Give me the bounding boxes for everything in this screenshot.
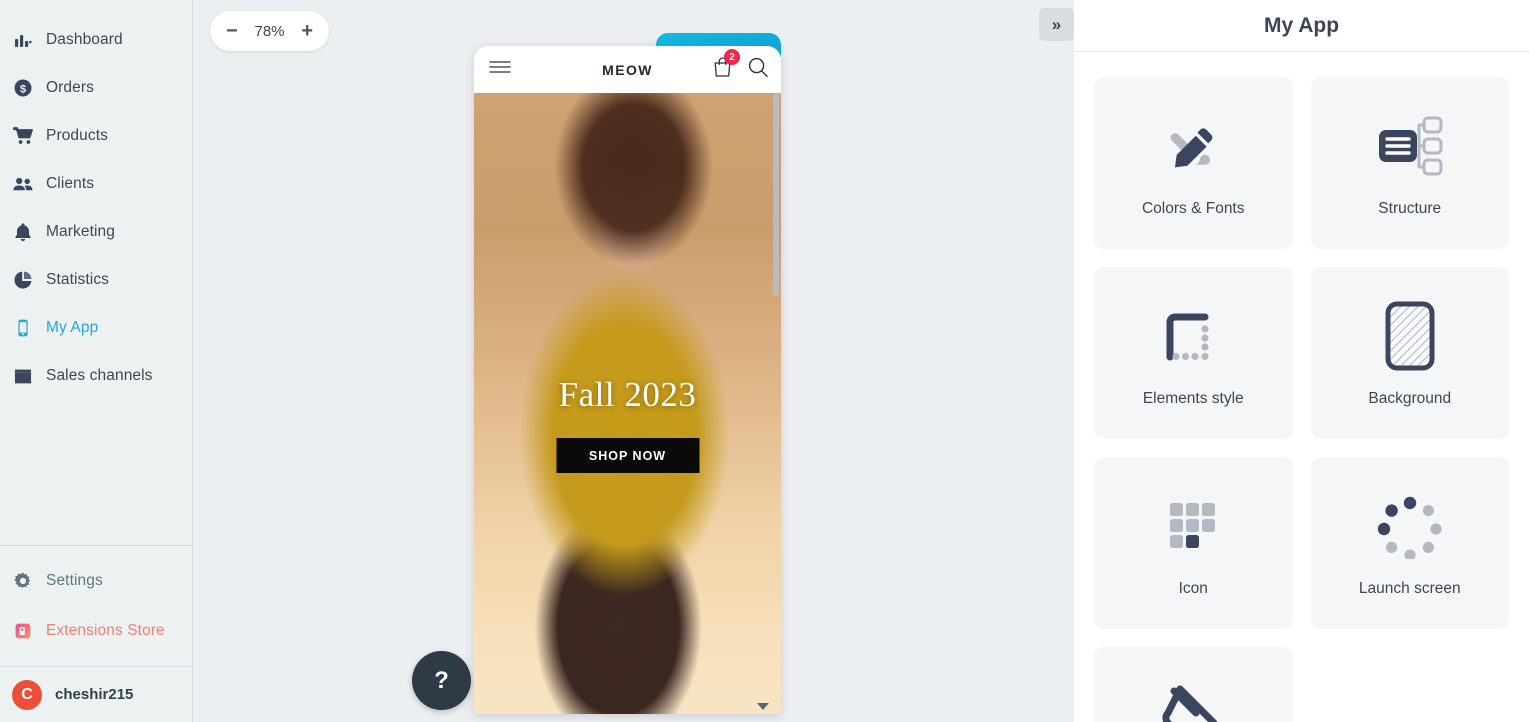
extensions-icon [12,620,34,642]
card-label: Colors & Fonts [1141,200,1245,217]
card-paint-bucket[interactable] [1094,647,1293,722]
search-icon[interactable] [747,56,769,83]
sidebar-item-orders[interactable]: $ Orders [0,64,192,112]
help-button[interactable]: ? [412,651,471,710]
collapse-panel-button[interactable]: » [1039,8,1074,41]
card-background[interactable]: Background [1310,267,1509,439]
sidebar-item-label: Orders [46,79,94,96]
card-elements-style[interactable]: Elements style [1094,267,1293,439]
svg-text:$: $ [20,83,26,95]
sidebar-item-sales-channels[interactable]: Sales channels [0,352,192,400]
sidebar-item-marketing[interactable]: Marketing [0,208,192,256]
card-label: Structure [1378,200,1442,217]
shop-now-button[interactable]: SHOP NOW [556,438,699,473]
bell-icon [12,221,34,243]
gear-icon [12,570,34,592]
dollar-circle-icon: $ [12,77,34,99]
sidebar-secondary-nav: Settings Extensions Store [0,546,192,666]
corner-dots-icon [1161,298,1225,374]
card-launch-screen[interactable]: Launch screen [1310,457,1509,629]
card-label: Icon [1178,580,1208,597]
shopping-bag-icon[interactable]: 2 [712,49,740,83]
sidebar-item-clients[interactable]: Clients [0,160,192,208]
card-label: Elements style [1142,390,1244,407]
grid-squares-icon [1161,488,1225,564]
sidebar-item-label: Marketing [46,223,115,240]
sidebar-item-dashboard[interactable]: Dashboard [0,16,192,64]
storefront-header: MEOW 2 [474,46,781,93]
pie-chart-icon [12,269,34,291]
panel-header: My App [1074,0,1529,52]
card-icon[interactable]: Icon [1094,457,1293,629]
page-title: My App [1263,13,1340,37]
sidebar-nav: Dashboard $ Orders Products Clients Mark… [0,0,192,545]
sidebar-item-statistics[interactable]: Statistics [0,256,192,304]
card-label: Launch screen [1358,580,1461,597]
sidebar-item-label: My App [46,319,99,336]
sidebar-item-label: Extensions Store [46,622,165,639]
cart-count-badge: 2 [724,49,740,65]
sidebar-item-my-app[interactable]: My App [0,304,192,352]
sidebar-item-label: Dashboard [46,31,123,48]
zoom-control: − 78% + [210,11,329,51]
preview-canvas: − 78% + Edit MEOW [193,0,1074,722]
preview-scrollbar[interactable] [773,93,779,714]
app-root: Dashboard $ Orders Products Clients Mark… [0,0,1529,722]
hatched-rectangle-icon [1381,298,1439,374]
user-name: cheshir215 [55,686,134,703]
avatar: C [12,679,42,710]
paint-bucket-icon [1154,675,1232,722]
preview-scrollbar-thumb[interactable] [773,93,779,296]
settings-card-grid: Colors & Fonts Structure Elements style … [1074,52,1529,722]
hero-banner: Fall 2023 SHOP NOW [474,93,781,714]
zoom-level-value: 78% [254,22,285,40]
sitemap-icon [1375,108,1445,184]
hero-heading: Fall 2023 [558,375,697,414]
spinner-dots-icon [1374,488,1446,564]
app-settings-panel: My App Colors & Fonts Structure Elements… [1074,0,1529,722]
phone-preview-wrapper: Edit MEOW 2 [474,33,781,714]
pen-and-brush-icon [1161,108,1225,184]
sidebar-item-extensions-store[interactable]: Extensions Store [0,606,192,656]
card-structure[interactable]: Structure [1310,77,1509,249]
sidebar-item-products[interactable]: Products [0,112,192,160]
mobile-phone-icon [12,317,34,339]
preview-resize-handle[interactable] [757,703,769,710]
sidebar-item-label: Products [46,127,108,144]
sidebar-item-label: Statistics [46,271,110,288]
shopping-cart-icon [12,125,34,147]
sidebar-item-settings[interactable]: Settings [0,556,192,606]
card-label: Background [1368,390,1452,407]
user-account[interactable]: C cheshir215 [0,667,192,722]
sidebar-item-label: Settings [46,572,103,589]
card-colors-and-fonts[interactable]: Colors & Fonts [1094,77,1293,249]
storefront-header-actions: 2 [712,46,769,93]
sidebar-item-label: Clients [46,175,95,192]
storefront-icon [12,365,34,387]
sidebar-item-label: Sales channels [46,367,153,384]
sidebar: Dashboard $ Orders Products Clients Mark… [0,0,193,722]
bar-chart-icon [12,29,34,51]
zoom-out-button[interactable]: − [226,21,238,41]
people-icon [12,173,34,195]
zoom-in-button[interactable]: + [301,21,313,41]
phone-frame: MEOW 2 Fall 2023 SHOP NOW [474,46,781,714]
